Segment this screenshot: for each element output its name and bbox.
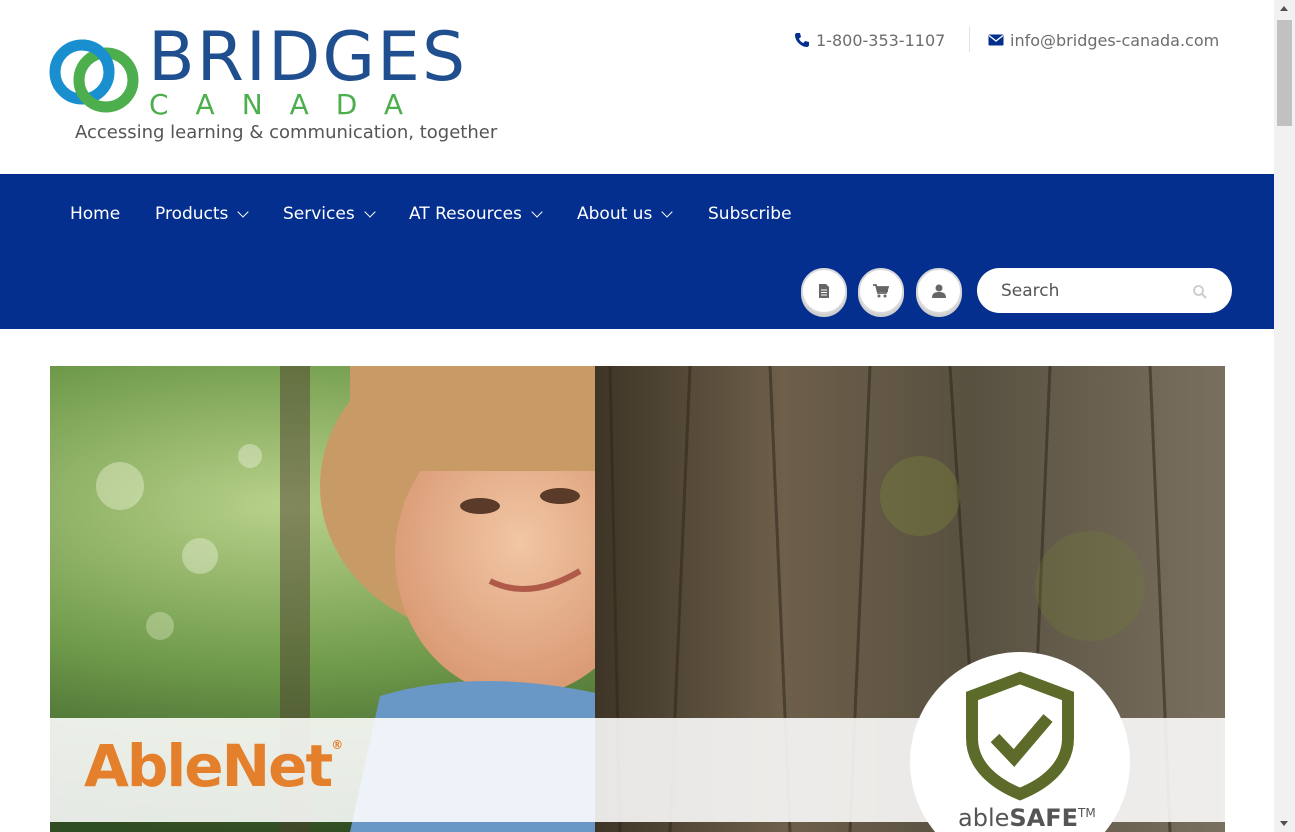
main-navigation: Home Products Services AT Resources Abou… (0, 174, 1274, 329)
search-box[interactable] (977, 268, 1232, 313)
phone-link[interactable]: 1-800-353-1107 (794, 28, 945, 52)
scroll-up-arrow-icon[interactable] (1280, 6, 1288, 11)
chevron-down-icon (531, 206, 543, 218)
scroll-thumb[interactable] (1277, 20, 1292, 126)
trademark-mark: TM (1078, 806, 1096, 820)
nav-item-home[interactable]: Home (70, 202, 120, 226)
cart-icon (873, 284, 889, 298)
nav-item-label: Products (155, 204, 229, 224)
email-address: info@bridges-canada.com (1010, 30, 1220, 50)
site-header: BRIDGES CANADA Accessing learning & comm… (0, 0, 1274, 174)
logo-tagline: Accessing learning & communication, toge… (75, 122, 498, 143)
chevron-down-icon (364, 206, 376, 218)
quote-button[interactable] (801, 268, 847, 314)
email-link[interactable]: info@bridges-canada.com (988, 28, 1219, 52)
nav-item-label: About us (577, 204, 653, 224)
document-icon (819, 284, 829, 298)
envelope-icon (988, 34, 1004, 46)
hero-banner[interactable]: AbleNet® ableSAFETM (50, 366, 1225, 832)
user-icon (932, 284, 946, 298)
nav-item-label: Subscribe (708, 204, 792, 224)
search-input[interactable] (1001, 280, 1191, 301)
contact-divider (969, 26, 970, 52)
logo-sub-text: CANADA (149, 88, 431, 121)
nav-item-services[interactable]: Services (283, 202, 376, 226)
nav-item-label: Home (70, 204, 121, 224)
ablenet-logo: AbleNet® (84, 732, 343, 800)
phone-icon (795, 33, 809, 47)
registered-mark: ® (331, 738, 344, 752)
nav-item-subscribe[interactable]: Subscribe (708, 202, 792, 226)
nav-item-at-resources[interactable]: AT Resources (409, 202, 543, 226)
nav-item-label: Services (283, 204, 355, 224)
nav-item-products[interactable]: Products (155, 202, 250, 226)
logo-brand-text: BRIDGES (148, 18, 468, 97)
search-icon[interactable] (1192, 284, 1208, 300)
cart-button[interactable] (858, 268, 904, 314)
logo-rings-icon (49, 39, 139, 113)
ablenet-text: AbleNet (84, 732, 333, 800)
scroll-down-arrow-icon[interactable] (1280, 821, 1288, 826)
phone-number: 1-800-353-1107 (816, 30, 946, 50)
bridges-canada-logo[interactable]: BRIDGES CANADA Accessing learning & comm… (48, 18, 497, 148)
nav-item-about-us[interactable]: About us (577, 202, 673, 226)
vertical-scrollbar[interactable] (1274, 0, 1295, 832)
chevron-down-icon (237, 206, 250, 218)
chevron-down-icon (661, 206, 673, 218)
ablesafe-strong: SAFE (1009, 804, 1079, 832)
ablesafe-label: ableSAFETM (958, 804, 1096, 832)
nav-item-label: AT Resources (409, 204, 522, 224)
account-button[interactable] (916, 268, 962, 314)
ablesafe-prefix: able (958, 804, 1010, 832)
